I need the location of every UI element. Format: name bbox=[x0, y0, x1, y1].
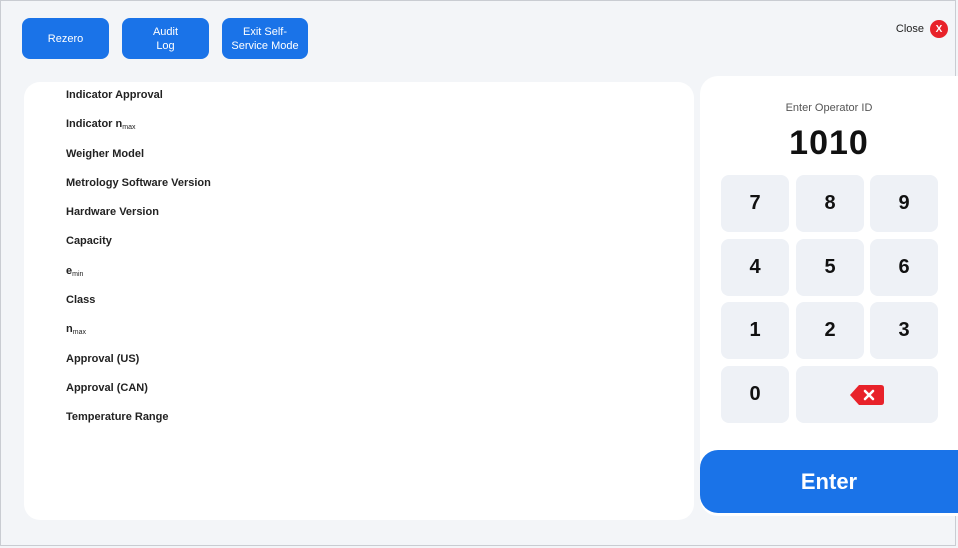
exit-label-line2: Service Mode bbox=[231, 39, 299, 52]
audit-log-label-line2: Log bbox=[156, 39, 175, 52]
list-item: Indicator Approval bbox=[66, 88, 211, 117]
list-item: Indicator nmax bbox=[66, 117, 211, 146]
list-item: Temperature Range bbox=[66, 410, 211, 439]
info-list: Indicator Approval Indicator nmax Weighe… bbox=[66, 88, 211, 440]
list-item: Class bbox=[66, 293, 211, 322]
key-6[interactable]: 6 bbox=[870, 239, 938, 296]
key-5[interactable]: 5 bbox=[796, 239, 864, 296]
info-label: Weigher Model bbox=[66, 147, 145, 160]
key-4[interactable]: 4 bbox=[721, 239, 789, 296]
info-subscript: max bbox=[72, 329, 86, 337]
audit-log-label-line1: Audit bbox=[152, 25, 179, 38]
enter-button[interactable]: Enter bbox=[700, 450, 958, 513]
info-label: n bbox=[66, 323, 73, 336]
list-item: Metrology Software Version bbox=[66, 176, 211, 205]
keypad-prompt: Enter Operator ID bbox=[785, 102, 873, 114]
info-label: Approval (US) bbox=[66, 352, 140, 365]
info-label: Hardware Version bbox=[66, 206, 159, 219]
list-item: nmax bbox=[66, 322, 211, 351]
audit-log-label: Audit Log bbox=[153, 25, 178, 53]
info-label: Class bbox=[66, 294, 96, 307]
list-item: Approval (US) bbox=[66, 352, 211, 381]
rezero-button[interactable]: Rezero bbox=[22, 18, 109, 59]
rezero-label: Rezero bbox=[47, 32, 84, 45]
backspace-button[interactable] bbox=[796, 366, 938, 423]
info-subscript: max bbox=[122, 124, 136, 132]
exit-self-service-button[interactable]: Exit Self- Service Mode bbox=[222, 18, 308, 59]
key-7[interactable]: 7 bbox=[721, 175, 789, 232]
info-label: Metrology Software Version bbox=[66, 176, 211, 189]
list-item: emin bbox=[66, 264, 211, 293]
info-subscript: min bbox=[72, 270, 84, 278]
info-label: Indicator Approval bbox=[66, 89, 163, 101]
audit-log-button[interactable]: Audit Log bbox=[122, 18, 209, 59]
exit-label-line1: Exit Self- bbox=[242, 25, 287, 38]
key-2[interactable]: 2 bbox=[796, 302, 864, 359]
close-label: Close bbox=[895, 23, 924, 35]
info-label: Capacity bbox=[66, 235, 112, 248]
key-3[interactable]: 3 bbox=[870, 302, 938, 359]
list-item: Weigher Model bbox=[66, 147, 211, 176]
backspace-icon bbox=[850, 384, 884, 405]
list-item: Hardware Version bbox=[66, 205, 211, 234]
list-item: Approval (CAN) bbox=[66, 381, 211, 410]
info-label: Approval (CAN) bbox=[66, 381, 148, 394]
close-button[interactable]: Close X bbox=[896, 20, 948, 38]
toolbar: Rezero Audit Log Exit Self- Service Mode bbox=[22, 18, 308, 59]
close-icon: X bbox=[930, 20, 948, 38]
key-9[interactable]: 9 bbox=[870, 175, 938, 232]
exit-self-service-label: Exit Self- Service Mode bbox=[231, 25, 298, 53]
info-label: Temperature Range bbox=[66, 411, 169, 424]
operator-id-display: 1010 bbox=[789, 124, 869, 162]
info-panel: Indicator Approval Indicator nmax Weighe… bbox=[24, 82, 694, 520]
key-1[interactable]: 1 bbox=[721, 302, 789, 359]
key-0[interactable]: 0 bbox=[721, 366, 789, 423]
list-item: Capacity bbox=[66, 234, 211, 263]
info-label: Indicator n bbox=[66, 118, 123, 131]
key-8[interactable]: 8 bbox=[796, 175, 864, 232]
